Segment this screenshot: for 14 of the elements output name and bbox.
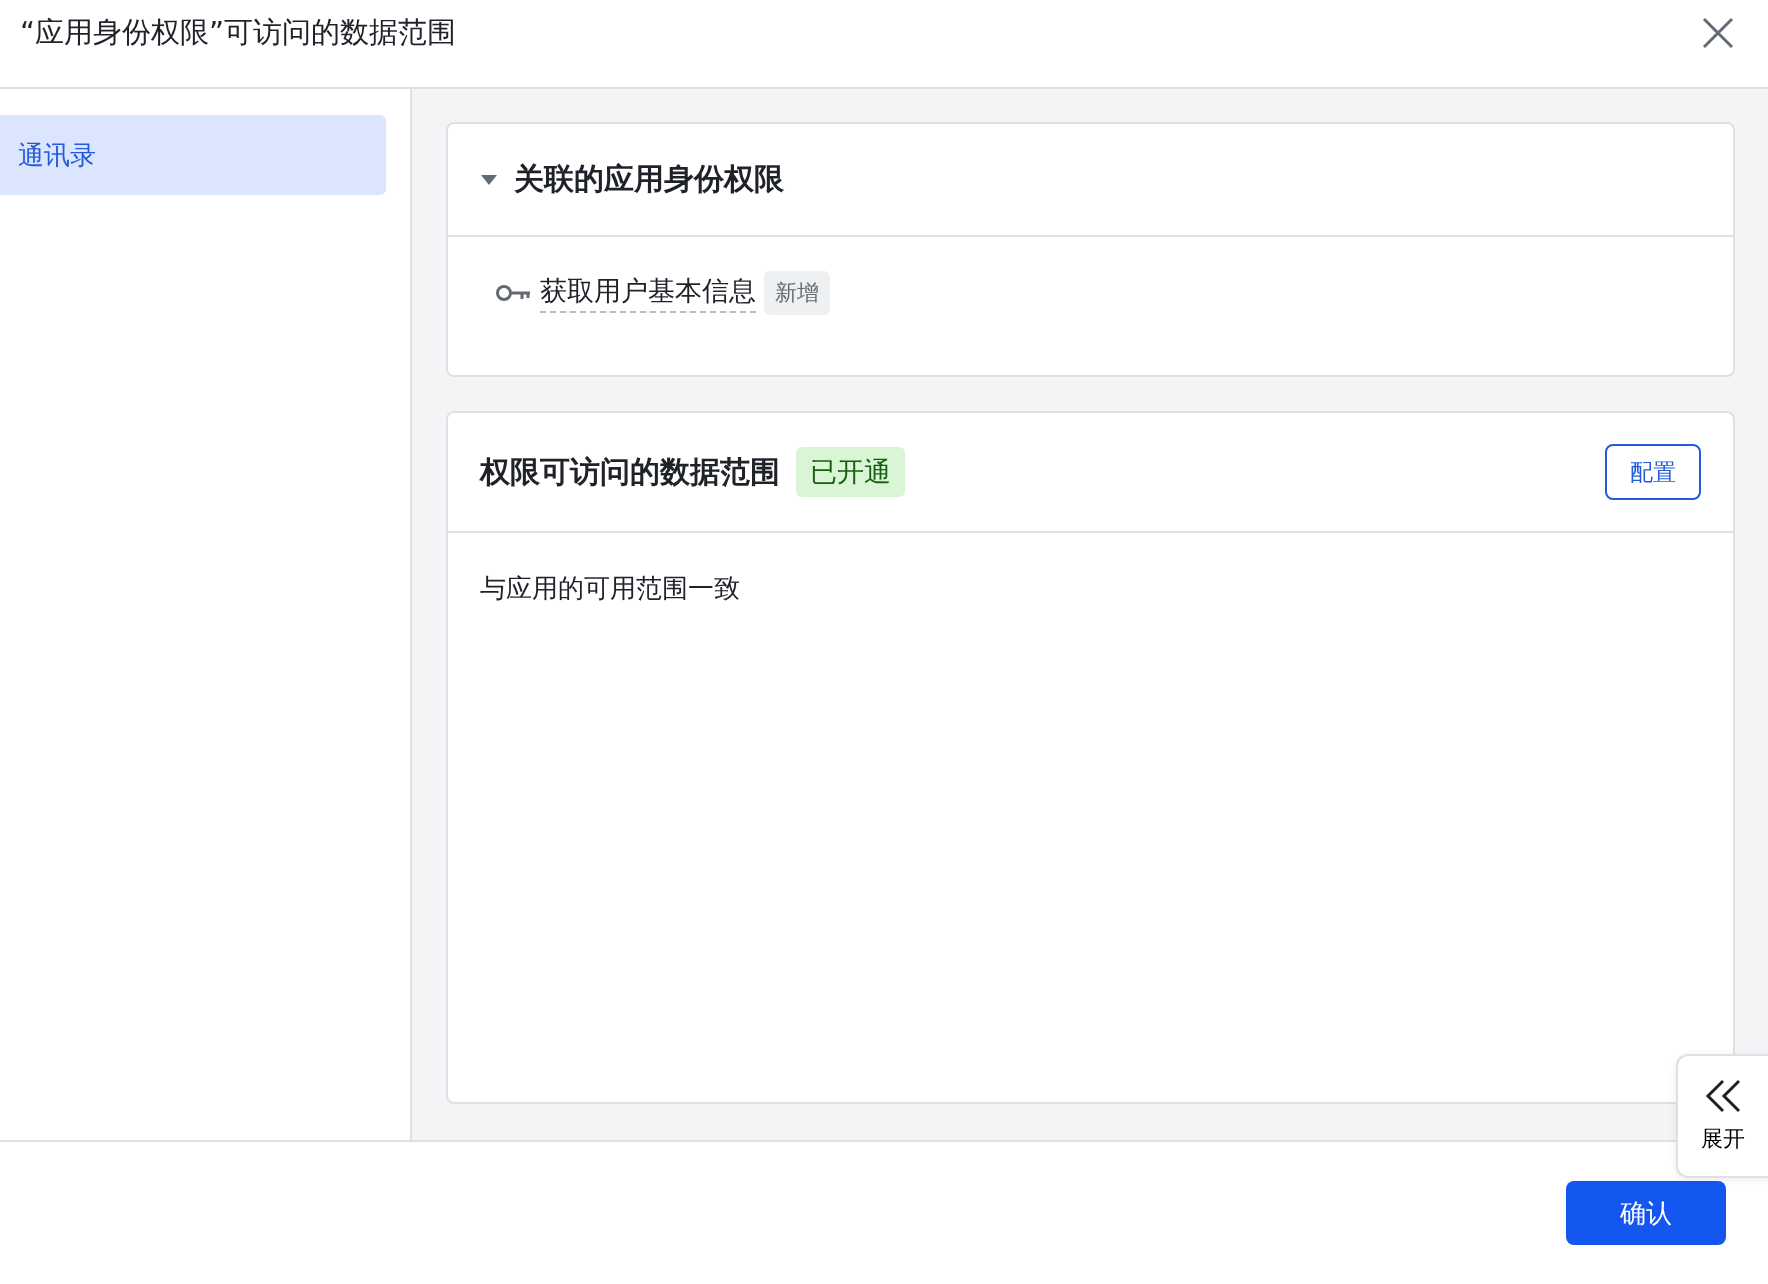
key-icon — [496, 283, 532, 303]
dialog-title: “应用身份权限”可访问的数据范围 — [20, 13, 457, 51]
sidebar-item[interactable]: 通讯录 — [0, 115, 386, 195]
caret-icon[interactable] — [480, 173, 498, 186]
configure-button[interactable]: 配置 — [1605, 444, 1701, 500]
confirm-button[interactable]: 确认 — [1566, 1181, 1726, 1245]
section-title: 关联的应用身份权限 — [514, 160, 784, 198]
new-badge: 新增 — [764, 271, 830, 315]
status-badge: 已开通 — [796, 447, 905, 497]
section-title: 权限可访问的数据范围 — [480, 452, 780, 491]
scope-description: 与应用的可用范围一致 — [480, 572, 740, 605]
double-chevron-left-icon — [1703, 1078, 1743, 1114]
permission-name[interactable]: 获取用户基本信息 — [540, 273, 756, 313]
expand-button[interactable]: 展开 — [1676, 1054, 1768, 1178]
